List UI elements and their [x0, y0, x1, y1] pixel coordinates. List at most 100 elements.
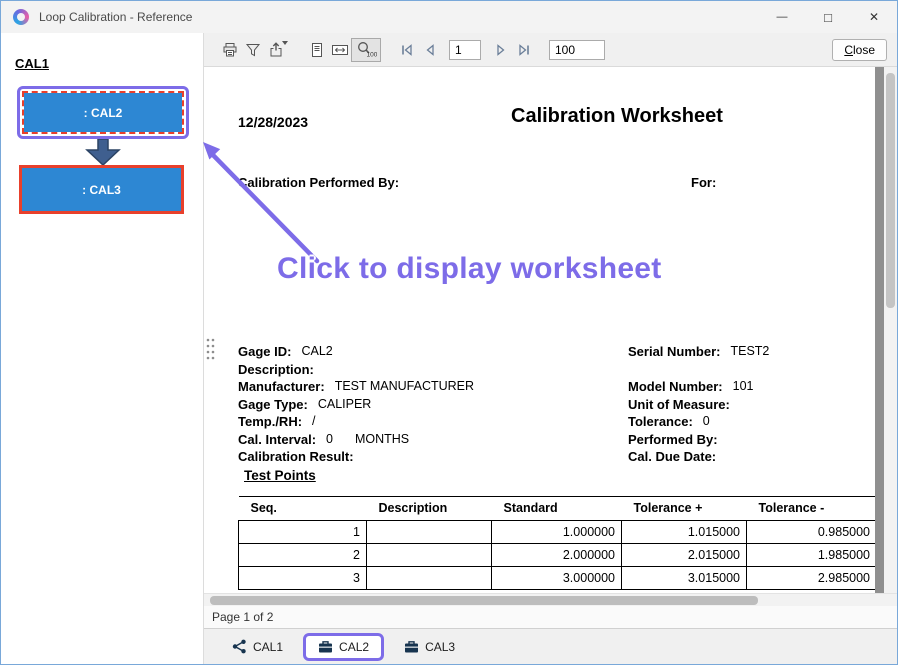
- first-page-button[interactable]: [395, 38, 418, 62]
- report-toolbar: 100: [204, 33, 897, 67]
- filter-button[interactable]: [241, 38, 264, 62]
- page-gutter: [875, 67, 884, 593]
- page-indicator: Page 1 of 2: [212, 610, 273, 624]
- table-cell: 1.015000: [622, 521, 747, 544]
- table-cell: 1.000000: [492, 521, 622, 544]
- close-icon: ✕: [869, 10, 879, 24]
- field-label: Unit of Measure:: [628, 396, 730, 414]
- table-cell: 3.015000: [622, 567, 747, 590]
- table-row: 3 3.000000 3.015000 2.985000: [239, 567, 876, 590]
- vertical-scrollbar[interactable]: [884, 67, 897, 593]
- share-icon: [232, 639, 247, 654]
- detail-row: Gage Type: CALIPER Unit of Measure:: [238, 396, 869, 414]
- table-header-row: Seq. Description Standard Tolerance + To…: [239, 497, 876, 521]
- field-label: Tolerance:: [628, 413, 693, 431]
- detail-row: Gage ID:CAL2 Serial Number:TEST2: [238, 343, 869, 361]
- maximize-button[interactable]: □: [805, 1, 851, 33]
- down-arrow-icon: [85, 139, 121, 165]
- export-button[interactable]: [264, 38, 287, 62]
- zoom-level-input[interactable]: [549, 40, 605, 60]
- close-button[interactable]: Close: [832, 39, 887, 61]
- horizontal-scrollbar[interactable]: [204, 593, 897, 606]
- page-width-button[interactable]: [328, 38, 351, 62]
- table-cell: 0.985000: [747, 521, 876, 544]
- worksheet-icon: [318, 640, 333, 654]
- field-value: CALIPER: [318, 396, 372, 414]
- field-label: Gage ID:: [238, 343, 291, 361]
- gage-details: Gage ID:CAL2 Serial Number:TEST2 Descrip…: [238, 343, 869, 466]
- detail-row: Manufacturer:TEST MANUFACTURER Model Num…: [238, 378, 869, 396]
- field-value: TEST2: [730, 343, 769, 361]
- field-value: /: [312, 413, 315, 431]
- funnel-icon: [245, 42, 261, 58]
- next-page-icon: [494, 43, 508, 57]
- field-value: 0: [326, 431, 333, 449]
- table-cell: 1.985000: [747, 544, 876, 567]
- zoom-100-button[interactable]: 100: [351, 38, 381, 62]
- node-label: : CAL2: [84, 106, 123, 120]
- test-points-heading: Test Points: [244, 468, 316, 483]
- tab-cal2[interactable]: CAL2: [318, 640, 369, 654]
- field-label: Manufacturer:: [238, 378, 325, 396]
- export-dropdown-caret-icon: [282, 41, 288, 45]
- last-page-icon: [517, 43, 531, 57]
- col-header-tolerance-minus: Tolerance -: [747, 497, 876, 521]
- table-cell: 2: [239, 544, 367, 567]
- print-button[interactable]: [218, 38, 241, 62]
- document-map-button[interactable]: [305, 38, 328, 62]
- table-cell: 3.000000: [492, 567, 622, 590]
- field-label: Serial Number:: [628, 343, 720, 361]
- minimize-icon: —: [777, 11, 788, 23]
- node-label: : CAL3: [82, 183, 121, 197]
- tab-cal3[interactable]: CAL3: [404, 640, 455, 654]
- table-cell: 2.985000: [747, 567, 876, 590]
- table-cell: [367, 544, 492, 567]
- annotation-highlight-cal2-tab: CAL2: [303, 633, 384, 661]
- title-bar: Loop Calibration - Reference — □ ✕: [1, 1, 897, 33]
- previous-page-icon: [423, 43, 437, 57]
- last-page-button[interactable]: [512, 38, 535, 62]
- minimize-button[interactable]: —: [759, 1, 805, 33]
- close-window-button[interactable]: ✕: [851, 1, 897, 33]
- loop-node-cal2[interactable]: : CAL2: [24, 93, 182, 132]
- field-label: Gage Type:: [238, 396, 308, 414]
- splitter-grip[interactable]: [205, 337, 215, 361]
- detail-row: Cal. Interval:0MONTHS Performed By:: [238, 431, 869, 449]
- loop-diagram-panel: CAL1 : CAL2 : CAL3: [1, 33, 203, 664]
- loop-node-cal3[interactable]: : CAL3: [19, 165, 184, 214]
- table-cell: 1: [239, 521, 367, 544]
- maximize-icon: □: [824, 10, 832, 25]
- tab-label: CAL1: [253, 640, 283, 654]
- worksheet-icon: [404, 640, 419, 654]
- loop-root-cal1[interactable]: CAL1: [15, 56, 49, 71]
- report-title: Calibration Worksheet: [511, 105, 723, 128]
- col-header-tolerance-plus: Tolerance +: [622, 497, 747, 521]
- window-controls: — □ ✕: [759, 1, 897, 33]
- horizontal-scrollbar-thumb[interactable]: [210, 596, 758, 605]
- field-label: Performed By:: [628, 431, 718, 449]
- field-label: Description:: [238, 361, 314, 379]
- document-outline-icon: [309, 42, 325, 58]
- field-label: Model Number:: [628, 378, 723, 396]
- tab-label: CAL3: [425, 640, 455, 654]
- col-header-seq: Seq.: [239, 497, 367, 521]
- tab-label: CAL2: [339, 640, 369, 654]
- field-label: Calibration Result:: [238, 448, 354, 466]
- viewer-content: 12/28/2023 Calibration Worksheet Calibra…: [204, 67, 897, 593]
- tab-cal1[interactable]: CAL1: [232, 639, 283, 654]
- field-label: Temp./RH:: [238, 413, 302, 431]
- table-cell: [367, 567, 492, 590]
- vertical-scrollbar-thumb[interactable]: [886, 73, 895, 308]
- performed-by-label: Calibration Performed By:: [238, 175, 399, 190]
- zoom-100-icon: 100: [356, 41, 377, 58]
- field-label: Cal. Interval:: [238, 431, 316, 449]
- page-number-input[interactable]: [449, 40, 481, 60]
- detail-row: Description:: [238, 361, 869, 379]
- previous-page-button[interactable]: [418, 38, 441, 62]
- table-cell: 2.000000: [492, 544, 622, 567]
- next-page-button[interactable]: [489, 38, 512, 62]
- table-cell: [367, 521, 492, 544]
- first-page-icon: [400, 43, 414, 57]
- annotation-highlight-cal2-node: : CAL2: [17, 86, 189, 139]
- test-points-table: Seq. Description Standard Tolerance + To…: [238, 496, 875, 590]
